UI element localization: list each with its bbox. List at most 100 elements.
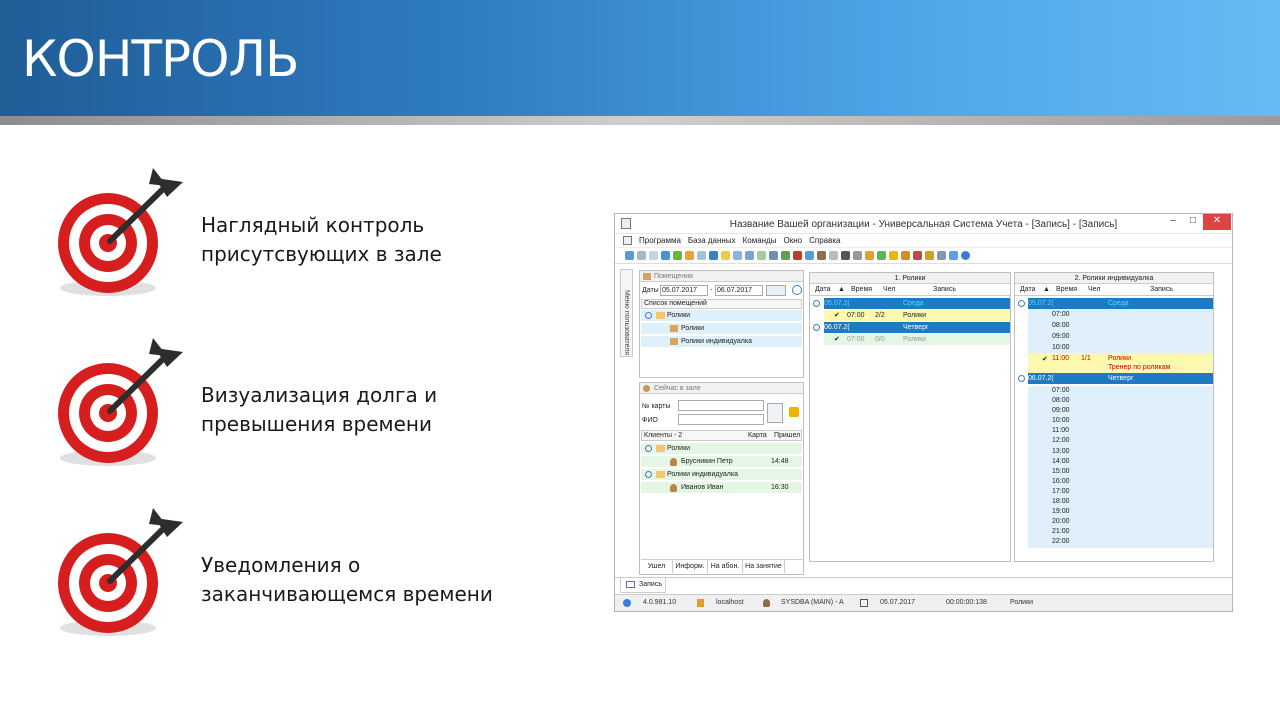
slot-time: 20:00 (1052, 518, 1070, 526)
slot-row[interactable]: 07:00 (1028, 386, 1213, 397)
slot-row[interactable]: 07:00 (1028, 309, 1213, 320)
left-button[interactable]: Ушел (641, 560, 673, 573)
slot-row[interactable]: 19:00 (1028, 507, 1213, 518)
toolbar-icon[interactable] (769, 251, 778, 260)
lesson-button[interactable]: На занятие (743, 560, 785, 573)
client-row[interactable]: Иванов Иван 16:30 (641, 482, 802, 493)
slot-row[interactable]: 22:00 (1028, 537, 1213, 548)
info-icon[interactable] (961, 251, 970, 260)
person-icon (670, 458, 677, 466)
slot-row[interactable]: 16:00 (1028, 476, 1213, 487)
slot-time: 07:00 (1052, 387, 1070, 394)
fio-input[interactable] (678, 414, 764, 425)
subscription-button[interactable]: На абон. (708, 560, 743, 573)
status-version: 4.0.981.10 (643, 599, 677, 606)
slot-row[interactable]: 08:00 (1028, 396, 1213, 407)
slot-row[interactable]: ✔ 07:00 2/2 Ролики (824, 310, 1010, 321)
tree-item-rolls-room[interactable]: Ролики (641, 323, 802, 334)
slot-row[interactable]: 09:00 (1028, 331, 1213, 342)
rooms-panel-title: Помещения (640, 271, 803, 282)
date-to-input[interactable]: 06.07.2017 (715, 285, 763, 296)
client-row[interactable]: Брусникин Петр 14:48 (641, 456, 802, 467)
slot-row[interactable]: ✔ 07:00 0/0 Ролики (824, 334, 1010, 345)
toolbar-icon[interactable] (901, 251, 910, 260)
close-button[interactable]: ✕ (1203, 214, 1231, 230)
menu-database[interactable]: База данных (688, 236, 736, 245)
tab-record[interactable]: Запись (620, 578, 666, 593)
rooms-list-header: Список помещений (641, 299, 802, 309)
toolbar-icon[interactable] (793, 251, 802, 260)
toolbar-icon[interactable] (865, 251, 874, 260)
toolbar-icon[interactable] (949, 251, 958, 260)
toolbar-icon[interactable] (649, 251, 658, 260)
search-icon[interactable] (661, 251, 670, 260)
slot-row[interactable]: 08:00 (1028, 320, 1213, 331)
lock-icon[interactable] (889, 251, 898, 260)
toolbar-icon[interactable] (673, 251, 682, 260)
slot-row[interactable]: 09:00 (1028, 406, 1213, 417)
slot-row[interactable]: 10:00 (1028, 416, 1213, 427)
maximize-button[interactable]: □ (1183, 214, 1203, 230)
tree-item-individual[interactable]: Ролики индивидуалка (641, 336, 802, 347)
booked-slot-row[interactable]: ✔ 11:00 1/1 Ролики Тренер по роликам (1028, 353, 1213, 373)
slot-row[interactable]: 12:00 (1028, 436, 1213, 447)
menu-help[interactable]: Справка (809, 236, 840, 245)
toolbar-icon[interactable] (829, 251, 838, 260)
calculator-icon[interactable] (841, 251, 850, 260)
toolbar-icon[interactable] (637, 251, 646, 260)
toolbar-icon[interactable] (697, 251, 706, 260)
day-row[interactable]: 06.07.2( Четверг (824, 322, 1010, 333)
group-row[interactable]: Ролики (641, 443, 802, 454)
slot-row[interactable]: 18:00 (1028, 497, 1213, 508)
toolbar-icon[interactable] (817, 251, 826, 260)
toolbar-icon[interactable] (733, 251, 742, 260)
day-row[interactable]: 05.07.2( Среда (1028, 298, 1213, 309)
lock-icon[interactable] (789, 407, 799, 417)
clock-icon[interactable] (792, 285, 802, 295)
status-bar: 4.0.981.10 localhost SYSDBA (MAIN) - A 0… (615, 594, 1232, 611)
toolbar-icon[interactable] (745, 251, 754, 260)
collapse-icon[interactable] (645, 312, 652, 319)
day-row[interactable]: 05.07.2( Среда (824, 298, 1010, 309)
collapse-icon[interactable] (813, 324, 820, 331)
tree-item-rolls[interactable]: Ролики (641, 310, 802, 321)
collapse-icon[interactable] (813, 300, 820, 307)
minimize-button[interactable]: – (1163, 214, 1183, 230)
slot-row[interactable]: 17:00 (1028, 486, 1213, 498)
user-menu-tab[interactable]: Меню пользователя (620, 269, 633, 357)
slot-row[interactable]: 15:00 (1028, 466, 1213, 477)
slot-row[interactable]: 13:00 (1028, 446, 1213, 457)
collapse-icon[interactable] (1018, 300, 1025, 307)
slot-row[interactable]: 21:00 (1028, 527, 1213, 538)
menu-commands[interactable]: Команды (743, 236, 777, 245)
toolbar-icon[interactable] (781, 251, 790, 260)
toolbar-icon[interactable] (757, 251, 766, 260)
group-row[interactable]: Ролики индивидуалка (641, 469, 802, 480)
toolbar-icon[interactable] (937, 251, 946, 260)
banner-divider (0, 116, 1280, 125)
calendar-icon[interactable] (925, 251, 934, 260)
slot-row[interactable]: 11:00 (1028, 426, 1213, 437)
collapse-icon[interactable] (645, 471, 652, 478)
slot-row[interactable]: 20:00 (1028, 517, 1213, 528)
day-row[interactable]: 06.07.2( Четверг (1028, 373, 1213, 384)
toolbar-icon[interactable] (709, 251, 718, 260)
toolbar-icon[interactable] (913, 251, 922, 260)
toolbar-icon[interactable] (721, 251, 730, 260)
toolbar-icon[interactable] (805, 251, 814, 260)
collapse-icon[interactable] (645, 445, 652, 452)
search-button[interactable] (766, 285, 786, 296)
filter-icon[interactable] (685, 251, 694, 260)
date-from-input[interactable]: 05.07.2017 (660, 285, 708, 296)
toolbar-icon[interactable] (625, 251, 634, 260)
card-number-input[interactable] (678, 400, 764, 411)
slot-row[interactable]: 10:00 (1028, 342, 1213, 353)
info-button[interactable]: Информ. (673, 560, 708, 573)
toolbar-icon[interactable] (853, 251, 862, 260)
search-button[interactable] (767, 403, 783, 423)
slot-row[interactable]: 14:00 (1028, 456, 1213, 467)
menu-window[interactable]: Окно (783, 236, 802, 245)
menu-program[interactable]: Программа (639, 236, 681, 245)
collapse-icon[interactable] (1018, 375, 1025, 382)
toolbar-icon[interactable] (877, 251, 886, 260)
